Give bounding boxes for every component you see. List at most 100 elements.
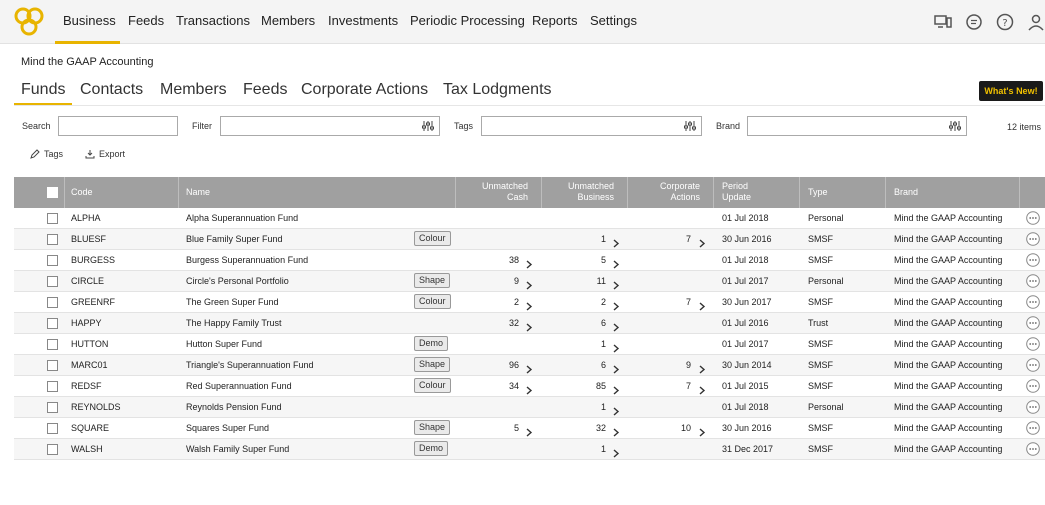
unmatched-business-value[interactable]: 5 (601, 255, 606, 265)
unmatched-cash-value[interactable]: 5 (514, 423, 519, 433)
unmatched-cash-value[interactable]: 9 (514, 276, 519, 286)
more-options-icon[interactable] (1026, 442, 1040, 456)
chevron-right-icon[interactable] (612, 445, 620, 458)
tag-badge[interactable]: Shape (414, 420, 451, 435)
table-row[interactable]: REYNOLDS Reynolds Pension Fund 1 01 Jul 201… (14, 397, 1045, 418)
unmatched-cash-value[interactable]: 32 (509, 318, 519, 328)
table-row[interactable]: SQUARE Squares Super Fund Shape 5 32 10 30 Jun… (14, 418, 1045, 439)
table-row[interactable]: HAPPY The Happy Family Trust 32 6 01 Jul 201… (14, 313, 1045, 334)
chevron-right-icon[interactable] (612, 403, 620, 416)
row-checkbox[interactable] (47, 297, 58, 308)
fund-code[interactable]: CIRCLE (71, 276, 104, 286)
row-checkbox[interactable] (47, 255, 58, 266)
fund-code[interactable]: ALPHA (71, 213, 101, 223)
unmatched-business-value[interactable]: 1 (601, 339, 606, 349)
header-unmatched-cash[interactable]: Unmatched Cash (482, 181, 528, 203)
more-options-icon[interactable] (1026, 295, 1040, 309)
unmatched-cash-value[interactable]: 34 (509, 381, 519, 391)
chevron-right-icon[interactable] (612, 361, 620, 374)
nav-transactions[interactable]: Transactions (176, 13, 250, 28)
corporate-actions-value[interactable]: 7 (686, 297, 691, 307)
chevron-right-icon[interactable] (698, 235, 706, 248)
chevron-right-icon[interactable] (525, 256, 533, 269)
table-row[interactable]: ALPHA Alpha Superannuation Fund 01 Jul 201… (14, 208, 1045, 229)
chevron-right-icon[interactable] (698, 361, 706, 374)
fund-name[interactable]: Alpha Superannuation Fund (186, 213, 298, 223)
table-row[interactable]: BURGESS Burgess Superannuation Fund 38 5 01 … (14, 250, 1045, 271)
fund-code[interactable]: BLUESF (71, 234, 106, 244)
chevron-right-icon[interactable] (525, 298, 533, 311)
fund-name[interactable]: Squares Super Fund (186, 423, 269, 433)
tag-badge[interactable]: Demo (414, 336, 449, 351)
fund-code[interactable]: HUTTON (71, 339, 108, 349)
corporate-actions-value[interactable]: 10 (681, 423, 691, 433)
tab-feeds[interactable]: Feeds (243, 81, 287, 99)
select-all-checkbox[interactable] (47, 187, 58, 198)
fund-code[interactable]: REYNOLDS (71, 402, 121, 412)
unmatched-cash-value[interactable]: 38 (509, 255, 519, 265)
export-button[interactable]: Export (85, 149, 125, 159)
unmatched-business-value[interactable]: 1 (601, 402, 606, 412)
user-icon[interactable] (1026, 12, 1045, 32)
chevron-right-icon[interactable] (612, 277, 620, 290)
chat-icon[interactable] (964, 12, 984, 32)
corporate-actions-value[interactable]: 9 (686, 360, 691, 370)
fund-name[interactable]: The Happy Family Trust (186, 318, 282, 328)
fund-code[interactable]: MARC01 (71, 360, 108, 370)
tag-badge[interactable]: Colour (414, 378, 451, 393)
nav-feeds[interactable]: Feeds (128, 13, 164, 28)
tag-badge[interactable]: Shape (414, 357, 451, 372)
row-checkbox[interactable] (47, 318, 58, 329)
table-row[interactable]: GREENRF The Green Super Fund Colour 2 2 7 30 J… (14, 292, 1045, 313)
more-options-icon[interactable] (1026, 232, 1040, 246)
chevron-right-icon[interactable] (525, 382, 533, 395)
tag-badge[interactable]: Demo (414, 441, 449, 456)
tab-contacts[interactable]: Contacts (80, 81, 143, 99)
header-name[interactable]: Name (186, 187, 210, 198)
chevron-right-icon[interactable] (612, 235, 620, 248)
fund-code[interactable]: REDSF (71, 381, 102, 391)
fund-name[interactable]: Circle's Personal Portfolio (186, 276, 289, 286)
header-brand[interactable]: Brand (894, 187, 918, 198)
chevron-right-icon[interactable] (525, 361, 533, 374)
unmatched-cash-value[interactable]: 96 (509, 360, 519, 370)
fund-name[interactable]: Burgess Superannuation Fund (186, 255, 308, 265)
chevron-right-icon[interactable] (525, 319, 533, 332)
tag-badge[interactable]: Shape (414, 273, 451, 288)
fund-name[interactable]: The Green Super Fund (186, 297, 279, 307)
row-checkbox[interactable] (47, 276, 58, 287)
more-options-icon[interactable] (1026, 400, 1040, 414)
unmatched-business-value[interactable]: 1 (601, 444, 606, 454)
row-checkbox[interactable] (47, 234, 58, 245)
unmatched-business-value[interactable]: 2 (601, 297, 606, 307)
brand-input[interactable] (747, 116, 967, 136)
table-row[interactable]: HUTTON Hutton Super Fund Demo 1 01 Jul 2017 S… (14, 334, 1045, 355)
unmatched-cash-value[interactable]: 2 (514, 297, 519, 307)
fund-name[interactable]: Red Superannuation Fund (186, 381, 292, 391)
unmatched-business-value[interactable]: 1 (601, 234, 606, 244)
table-row[interactable]: CIRCLE Circle's Personal Portfolio Shape 9 1… (14, 271, 1045, 292)
nav-business[interactable]: Business (63, 13, 116, 28)
more-options-icon[interactable] (1026, 379, 1040, 393)
fund-name[interactable]: Reynolds Pension Fund (186, 402, 282, 412)
more-options-icon[interactable] (1026, 358, 1040, 372)
row-checkbox[interactable] (47, 444, 58, 455)
chevron-right-icon[interactable] (698, 298, 706, 311)
fund-code[interactable]: WALSH (71, 444, 103, 454)
brand-logo-icon[interactable] (12, 4, 46, 38)
sliders-icon[interactable] (949, 120, 961, 132)
chevron-right-icon[interactable] (525, 277, 533, 290)
tags-input[interactable] (481, 116, 702, 136)
row-checkbox[interactable] (47, 360, 58, 371)
fund-name[interactable]: Triangle's Superannuation Fund (186, 360, 313, 370)
devices-icon[interactable] (933, 12, 953, 32)
fund-code[interactable]: SQUARE (71, 423, 109, 433)
fund-name[interactable]: Walsh Family Super Fund (186, 444, 289, 454)
nav-members[interactable]: Members (261, 13, 315, 28)
nav-settings[interactable]: Settings (590, 13, 637, 28)
chevron-right-icon[interactable] (612, 256, 620, 269)
header-type[interactable]: Type (808, 187, 828, 198)
search-input[interactable] (58, 116, 178, 136)
chevron-right-icon[interactable] (698, 424, 706, 437)
fund-name[interactable]: Hutton Super Fund (186, 339, 262, 349)
